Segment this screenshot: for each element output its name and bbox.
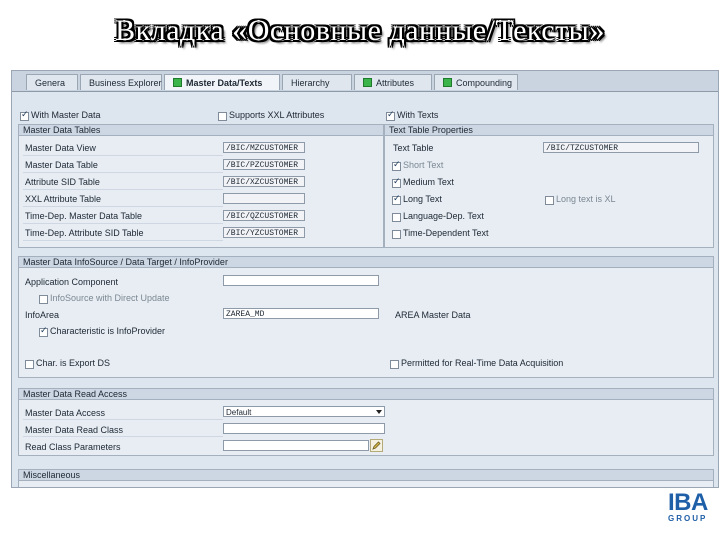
time-dep-attribute-sid-table-field[interactable]: /BIC/YZCUSTOMER [223,227,305,238]
time-dependent-text-label: Time-Dependent Text [403,228,489,238]
chevron-down-icon[interactable] [376,410,382,414]
read-class-field[interactable] [223,423,385,434]
infoarea-description: AREA Master Data [395,310,471,320]
master-data-access-dropdown[interactable]: Default [223,406,385,417]
infosource-header: Master Data InfoSource / Data Target / I… [19,257,713,268]
char-infoprovider-label: Characteristic is InfoProvider [50,326,166,336]
application-component-field[interactable] [223,275,379,286]
master-data-view-field[interactable]: /BIC/MZCUSTOMER [223,142,305,153]
sap-screen: Genera Business Explorer Master Data/Tex… [11,70,719,488]
miscellaneous-group: Miscellaneous [18,469,714,487]
infoarea-field[interactable]: ZAREA_MD [223,308,379,319]
with-texts-checkbox[interactable] [386,109,395,121]
short-text-label: Short Text [403,160,444,170]
time-dep-attribute-sid-table-label: Time-Dep. Attribute SID Table [25,228,144,238]
medium-text-label: Medium Text [403,177,454,187]
text-table-field[interactable]: /BIC/TZCUSTOMER [543,142,699,153]
tab-compounding[interactable]: Compounding [434,74,518,90]
supports-xxl-checkbox[interactable] [218,112,227,121]
master-data-table-field[interactable]: /BIC/PZCUSTOMER [223,159,305,170]
with-texts-label: With Texts [397,110,439,120]
xxl-attribute-table-field[interactable] [223,193,305,204]
time-dep-master-data-table-label: Time-Dep. Master Data Table [25,211,143,221]
realtime-checkbox[interactable] [390,360,399,369]
miscellaneous-header: Miscellaneous [19,470,713,481]
export-ds-checkbox[interactable] [25,360,34,369]
tab-attributes[interactable]: Attributes [354,74,432,90]
medium-text-checkbox[interactable] [392,176,401,188]
read-class-parameters-field[interactable] [223,440,369,451]
time-dep-master-data-table-field[interactable]: /BIC/QZCUSTOMER [223,210,305,221]
with-master-data-label: With Master Data [31,110,101,120]
read-class-parameters-label: Read Class Parameters [25,442,121,452]
xxl-attribute-table-label: XXL Attribute Table [25,194,102,204]
long-text-label: Long Text [403,194,442,204]
page-title: Вкладка «Основные данные/Тексты» [115,14,605,47]
attribute-sid-table-field[interactable]: /BIC/XZCUSTOMER [223,176,305,187]
infosource-group: Master Data InfoSource / Data Target / I… [18,256,714,378]
master-data-tables-header: Master Data Tables [19,125,383,136]
short-text-checkbox[interactable] [392,159,401,171]
with-master-data-checkbox[interactable] [20,109,29,121]
char-infoprovider-checkbox[interactable] [39,325,48,337]
tab-business-explorer[interactable]: Business Explorer [80,74,162,90]
supports-xxl-label: Supports XXL Attributes [229,110,325,120]
tab-hierarchy[interactable]: Hierarchy [282,74,352,90]
master-data-access-label: Master Data Access [25,408,106,418]
master-data-tables-group: Master Data Tables Master Data View /BIC… [18,124,384,248]
long-text-xl-checkbox[interactable] [545,196,554,205]
master-data-table-label: Master Data Table [25,160,98,170]
text-table-properties-header: Text Table Properties [385,125,713,136]
direct-update-label: InfoSource with Direct Update [50,293,170,303]
application-component-label: Application Component [25,277,119,287]
long-text-xl-label: Long text is XL [556,194,616,204]
edit-pencil-icon[interactable] [370,439,383,452]
language-dep-text-checkbox[interactable] [392,213,401,222]
tab-master-data-texts[interactable]: Master Data/Texts [164,74,280,90]
text-table-properties-group: Text Table Properties Text Table /BIC/TZ… [384,124,714,248]
master-data-view-label: Master Data View [25,143,96,153]
read-access-header: Master Data Read Access [19,389,713,400]
read-access-group: Master Data Read Access Master Data Acce… [18,388,714,456]
long-text-checkbox[interactable] [392,193,401,205]
status-ok-icon [443,78,452,87]
language-dep-text-label: Language-Dep. Text [403,211,484,221]
iba-group-logo: IBA GROUP [668,489,708,524]
status-ok-icon [173,78,182,87]
time-dependent-text-checkbox[interactable] [392,230,401,239]
tab-general[interactable]: Genera [26,74,78,90]
realtime-label: Permitted for Real-Time Data Acquisition [401,358,564,368]
attribute-sid-table-label: Attribute SID Table [25,177,100,187]
text-table-label: Text Table [393,143,434,153]
status-ok-icon [363,78,372,87]
tab-strip: Genera Business Explorer Master Data/Tex… [12,71,718,92]
infoarea-label: InfoArea [25,310,60,320]
export-ds-label: Char. is Export DS [36,358,111,368]
read-class-label: Master Data Read Class [25,425,124,435]
direct-update-checkbox[interactable] [39,295,48,304]
